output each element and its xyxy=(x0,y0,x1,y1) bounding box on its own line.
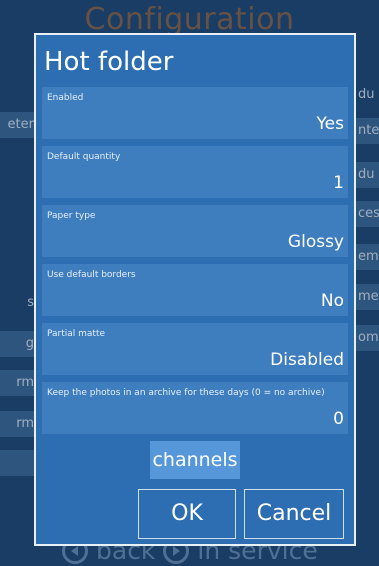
hot-folder-dialog: Hot folder Enabled Yes Default quantity … xyxy=(34,33,356,546)
field-value: 1 xyxy=(333,173,344,193)
field-value: No xyxy=(320,291,344,311)
field-label: Use default borders xyxy=(47,270,136,280)
field-label: Partial matte xyxy=(47,329,106,339)
field-label: Paper type xyxy=(47,211,96,221)
field-label: Enabled xyxy=(47,93,84,103)
field-value: 0 xyxy=(333,409,344,429)
field-use-default-borders[interactable]: Use default borders No xyxy=(42,264,348,316)
field-label: Keep the photos in an archive for these … xyxy=(47,388,325,398)
channels-button[interactable]: channels xyxy=(150,441,240,479)
dialog-title: Hot folder xyxy=(44,47,174,77)
field-label: Default quantity xyxy=(47,152,121,162)
cancel-button[interactable]: Cancel xyxy=(244,489,344,539)
field-value: Disabled xyxy=(270,350,344,370)
field-value: Yes xyxy=(316,114,344,134)
field-value: Glossy xyxy=(287,232,344,252)
field-default-quantity[interactable]: Default quantity 1 xyxy=(42,146,348,198)
field-enabled[interactable]: Enabled Yes xyxy=(42,87,348,139)
field-partial-matte[interactable]: Partial matte Disabled xyxy=(42,323,348,375)
ok-button[interactable]: OK xyxy=(138,489,236,539)
field-archive-days[interactable]: Keep the photos in an archive for these … xyxy=(42,382,348,434)
field-paper-type[interactable]: Paper type Glossy xyxy=(42,205,348,257)
